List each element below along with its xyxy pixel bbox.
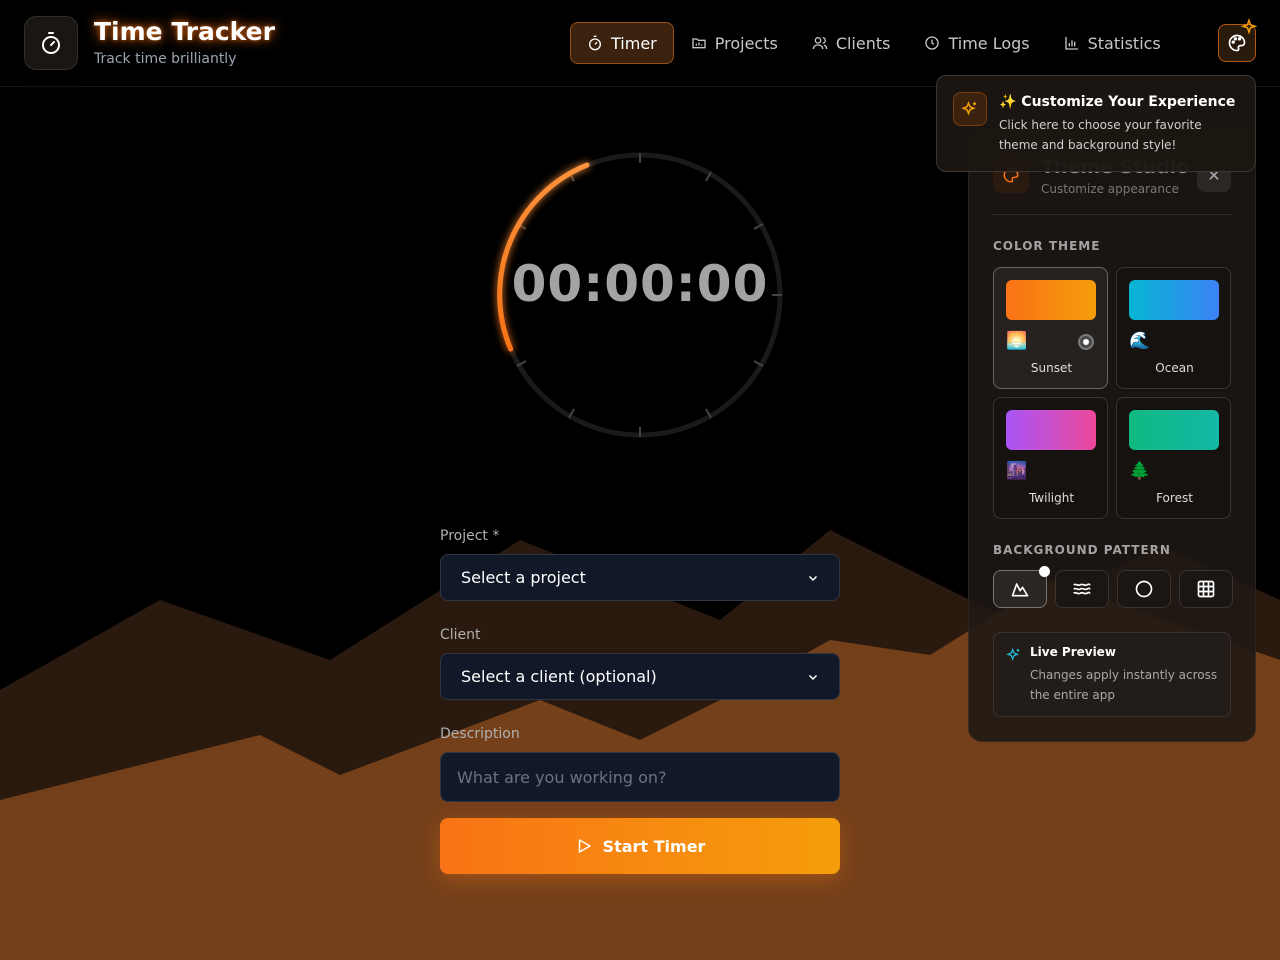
app-header: Time Tracker Track time brilliantly Time… <box>0 0 1280 87</box>
theme-name: Forest <box>1156 491 1193 505</box>
selected-pattern-dot <box>1039 566 1050 577</box>
bar-chart-icon <box>1064 35 1080 51</box>
theme-name: Sunset <box>1030 361 1073 375</box>
sparkle-icon <box>1240 18 1258 35</box>
theme-card-ocean[interactable]: 🌊 Ocean <box>1116 267 1231 389</box>
theme-card-twilight[interactable]: 🌆 Twilight <box>993 397 1108 519</box>
panel-subtitle: Customize appearance <box>1041 182 1179 196</box>
panel-divider <box>993 214 1231 215</box>
nav-timer-label: Timer <box>611 33 657 53</box>
live-preview-title: Live Preview <box>1030 645 1116 659</box>
sparkles-icon <box>1006 647 1020 661</box>
nav-clients-label: Clients <box>835 33 891 53</box>
client-select-value: Select a client (optional) <box>461 667 657 686</box>
nav-projects-label: Projects <box>714 33 778 53</box>
stopwatch-icon <box>42 32 60 54</box>
client-select[interactable]: Select a client (optional) <box>440 653 840 700</box>
theme-emoji: 🌲 <box>1129 461 1151 481</box>
customize-tooltip[interactable]: ✨ Customize Your Experience Click here t… <box>936 75 1256 172</box>
chevron-down-icon <box>808 674 818 680</box>
theme-emoji: 🌊 <box>1129 331 1151 351</box>
description-input[interactable] <box>440 752 840 802</box>
start-timer-button[interactable]: Start Timer <box>440 818 840 874</box>
project-select[interactable]: Select a project <box>440 554 840 601</box>
clock-icon <box>924 35 940 51</box>
users-icon <box>812 35 828 51</box>
project-select-value: Select a project <box>461 568 586 587</box>
theme-card-forest[interactable]: 🌲 Forest <box>1116 397 1231 519</box>
theme-card-sunset[interactable]: 🌅 Sunset <box>993 267 1108 389</box>
tooltip-sparkles-icon <box>953 92 987 126</box>
theme-name: Ocean <box>1155 361 1194 375</box>
theme-emoji: 🌆 <box>1006 461 1028 481</box>
mountain-icon <box>1011 583 1029 597</box>
theme-swatch <box>1006 410 1096 450</box>
palette-icon <box>1228 34 1246 52</box>
nav-statistics-label: Statistics <box>1087 33 1161 53</box>
app-logo <box>24 16 78 70</box>
folder-icon <box>691 35 707 51</box>
nav-timer[interactable]: Timer <box>570 22 674 64</box>
nav-projects[interactable]: Projects <box>674 22 795 64</box>
pattern-grid-button[interactable] <box>1179 570 1233 608</box>
live-preview-box: Live Preview Changes apply instantly acr… <box>993 632 1231 717</box>
main-nav: Timer Projects Clients Time Logs Statist… <box>570 22 1178 64</box>
timer-display: 00:00:00 <box>511 255 769 313</box>
theme-name: Twilight <box>1028 491 1075 505</box>
pattern-circles-button[interactable] <box>1117 570 1171 608</box>
timer-form: Project * Select a project Client Select… <box>440 528 840 874</box>
tooltip-text: Click here to choose your favorite theme… <box>999 118 1202 152</box>
start-timer-label: Start Timer <box>602 836 706 856</box>
theme-studio-panel: Theme Studio Customize appearance ✕ COLO… <box>968 128 1256 742</box>
app-subtitle: Track time brilliantly <box>94 51 237 67</box>
theme-swatch <box>1129 280 1219 320</box>
background-pattern-label: BACKGROUND PATTERN <box>993 543 1171 557</box>
theme-swatch <box>1129 410 1219 450</box>
play-icon <box>578 839 591 853</box>
app-title: Time Tracker <box>94 17 275 46</box>
nav-statistics[interactable]: Statistics <box>1047 22 1178 64</box>
live-preview-text: Changes apply instantly across the entir… <box>1030 668 1218 702</box>
pattern-waves-button[interactable] <box>1055 570 1109 608</box>
color-theme-label: COLOR THEME <box>993 239 1101 253</box>
pattern-mountains-button[interactable] <box>993 570 1047 608</box>
selected-indicator <box>1078 334 1094 350</box>
waves-icon <box>1073 583 1091 595</box>
description-label: Description <box>440 726 520 742</box>
timer-icon <box>587 35 603 51</box>
nav-time-logs-label: Time Logs <box>948 33 1030 53</box>
client-label: Client <box>440 627 481 643</box>
grid-icon <box>1197 580 1215 598</box>
nav-time-logs[interactable]: Time Logs <box>907 22 1046 64</box>
chevron-down-icon <box>808 575 818 581</box>
circle-icon <box>1135 580 1153 598</box>
theme-swatch <box>1006 280 1096 320</box>
nav-clients[interactable]: Clients <box>795 22 908 64</box>
project-label: Project * <box>440 528 500 544</box>
theme-emoji: 🌅 <box>1006 331 1028 351</box>
tooltip-title: ✨ Customize Your Experience <box>999 94 1236 110</box>
